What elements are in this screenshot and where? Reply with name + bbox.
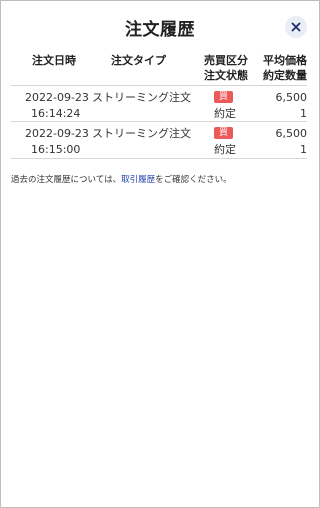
header-filled-quantity: 約定数量: [263, 69, 307, 82]
close-icon: [291, 22, 301, 32]
row-time: 16:15:00: [31, 143, 81, 156]
header-order-status: 注文状態: [204, 69, 248, 82]
row-time: 16:14:24: [31, 107, 81, 120]
row-status: 約定: [214, 107, 236, 120]
header-average-price: 平均価格: [263, 54, 307, 67]
table-row: 2022-09-23 16:15:00 ストリーミング注文 買 約定 6,500…: [1, 126, 319, 162]
row-quantity: 1: [300, 107, 307, 120]
buy-badge: 買: [214, 127, 234, 139]
row-price: 6,500: [275, 127, 308, 140]
row-order-type: ストリーミング注文: [92, 127, 191, 140]
note-prefix: 過去の注文履歴については、: [11, 175, 122, 185]
row-quantity: 1: [300, 143, 307, 156]
row-divider: [11, 121, 307, 122]
note-suffix: をご確認ください。: [155, 175, 232, 185]
row-status: 約定: [214, 143, 236, 156]
row-order-type: ストリーミング注文: [92, 91, 191, 104]
buy-badge: 買: [214, 91, 234, 103]
header-order-type: 注文タイプ: [111, 54, 166, 67]
order-history-dialog: 注文履歴 注文日時 注文タイプ 売買区分 注文状態 平均価格 約定数量 2022…: [0, 0, 320, 508]
row-date: 2022-09-23: [25, 91, 89, 104]
row-divider: [11, 158, 307, 159]
row-price: 6,500: [275, 91, 308, 104]
close-button[interactable]: [285, 16, 307, 38]
trade-history-link[interactable]: 取引履歴: [121, 175, 155, 185]
row-date: 2022-09-23: [25, 127, 89, 140]
header-divider: [11, 85, 307, 86]
history-note: 過去の注文履歴については、取引履歴をご確認ください。: [11, 173, 232, 185]
dialog-title: 注文履歴: [125, 20, 195, 40]
header-trade-side: 売買区分: [204, 54, 248, 67]
header-order-date: 注文日時: [32, 54, 76, 67]
